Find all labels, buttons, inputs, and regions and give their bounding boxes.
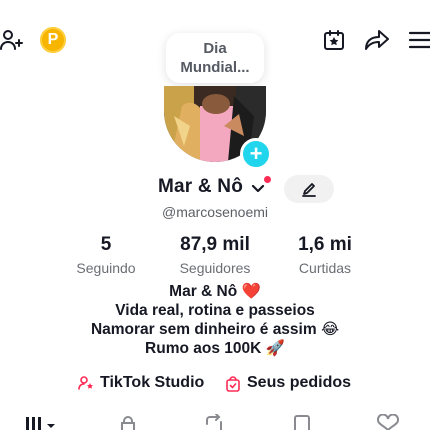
- name-row: Mar & Nô: [0, 176, 430, 202]
- stat-followers[interactable]: 87,9 mil Seguidores: [168, 234, 262, 276]
- tiktok-studio-label: TikTok Studio: [100, 374, 205, 391]
- videos-tab-grid-icon[interactable]: [26, 414, 60, 435]
- edit-profile-button[interactable]: [284, 175, 334, 203]
- bio-line: Namorar sem dinheiro é assim 😂: [90, 321, 340, 338]
- bio-line: Rumo aos 100K 🚀: [145, 340, 285, 357]
- stat-likes[interactable]: 1,6 mi Curtidas: [285, 234, 365, 276]
- bio-line: Vida real, rotina e passeios: [115, 302, 315, 319]
- stat-following[interactable]: 5 Seguindo: [66, 234, 146, 276]
- display-name[interactable]: Mar & Nô: [158, 176, 243, 198]
- person-add-icon[interactable]: [0, 28, 24, 52]
- stat-label: Seguidores: [179, 260, 251, 276]
- reposts-tab-icon[interactable]: [204, 413, 224, 435]
- coin-letter: P: [47, 31, 59, 48]
- stat-value: 1,6 mi: [298, 234, 352, 255]
- stat-label: Seguindo: [76, 260, 136, 276]
- notification-dot: [264, 176, 271, 183]
- note-line-1: Dia: [203, 40, 227, 57]
- stat-value: 87,9 mil: [180, 234, 250, 255]
- stat-label: Curtidas: [298, 260, 352, 276]
- menu-icon[interactable]: [408, 30, 430, 50]
- bio-line: Mar & Nô ❤️: [169, 283, 261, 300]
- creator-star-icon: [78, 375, 94, 391]
- note-line-2: Mundial...: [180, 59, 250, 76]
- private-tab-lock-icon[interactable]: [118, 414, 138, 435]
- plus-icon: +: [249, 141, 263, 166]
- note-bubble[interactable]: Dia Mundial...: [166, 33, 264, 83]
- saved-tab-bookmark-icon[interactable]: [293, 414, 311, 435]
- shopping-bag-icon: [225, 375, 241, 392]
- pencil-icon: [301, 181, 317, 197]
- bio: Mar & Nô ❤️ Vida real, rotina e passeios…: [0, 282, 430, 358]
- stat-value: 5: [100, 234, 112, 255]
- username: @marcosenoemi: [161, 204, 269, 220]
- calendar-star-icon[interactable]: [322, 28, 346, 52]
- share-icon[interactable]: [364, 28, 390, 52]
- liked-tab-heart-icon[interactable]: [376, 413, 400, 435]
- tiktok-studio-link[interactable]: TikTok Studio: [78, 372, 204, 394]
- orders-link[interactable]: Seus pedidos: [225, 372, 351, 394]
- coin-button[interactable]: P: [40, 27, 66, 53]
- orders-label: Seus pedidos: [247, 374, 352, 391]
- avatar-add-button[interactable]: +: [240, 138, 272, 170]
- chevron-down-icon[interactable]: [250, 182, 266, 196]
